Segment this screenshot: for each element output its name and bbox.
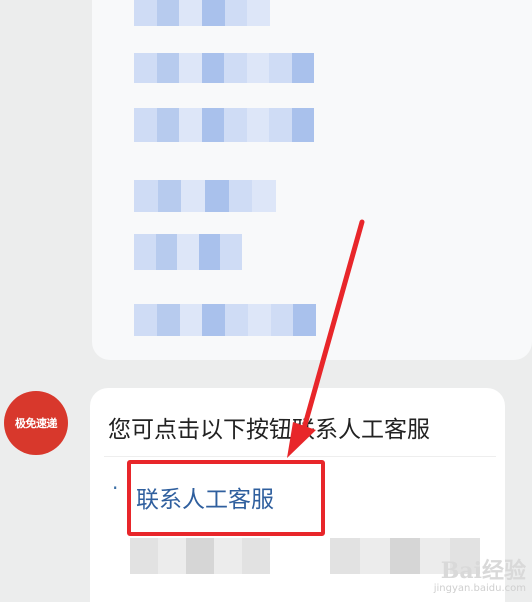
watermark-logo: Bai经验 xyxy=(440,558,526,584)
red-arrow-icon xyxy=(287,219,365,458)
watermark-url: jingyan.baidu.com xyxy=(433,583,526,594)
watermark: Bai经验 jingyan.baidu.com xyxy=(434,553,526,594)
